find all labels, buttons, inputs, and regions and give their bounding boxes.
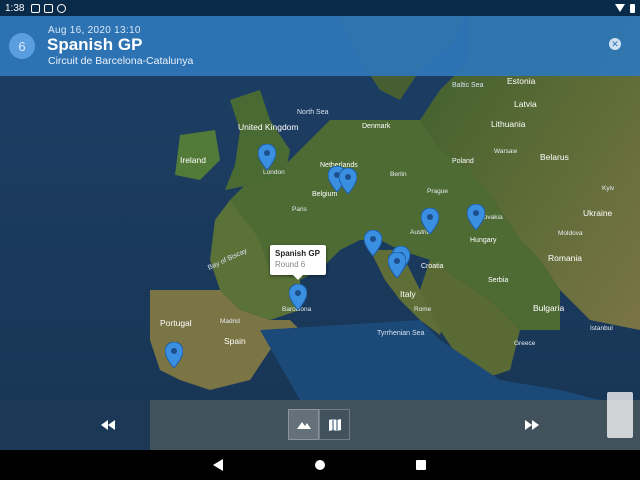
label-rome: Rome: [414, 306, 432, 313]
race-circuit: Circuit de Barcelona-Catalunya: [48, 55, 194, 67]
label-romania: Romania: [548, 253, 582, 263]
marker-silverstone[interactable]: [258, 144, 276, 170]
map-control-bar: [0, 400, 640, 450]
round-badge: 6: [9, 33, 35, 59]
label-paris: Paris: [292, 206, 308, 213]
marker-spa[interactable]: [339, 168, 357, 194]
popup-round: Round 6: [275, 260, 306, 269]
label-hungary: Hungary: [470, 237, 497, 244]
label-warsaw: Warsaw: [494, 148, 518, 155]
marker-portimao[interactable]: [165, 342, 183, 368]
marker-hungary[interactable]: [467, 204, 485, 230]
fast-forward-icon: [525, 420, 539, 430]
label-greece: Greece: [514, 340, 536, 347]
label-istanbul: Istanbul: [590, 325, 613, 332]
label-london: London: [263, 169, 285, 176]
zoom-control[interactable]: [607, 392, 633, 438]
marker-austria[interactable]: [421, 208, 439, 234]
label-denmark: Denmark: [362, 123, 391, 130]
label-baltic-sea: Baltic Sea: [452, 82, 484, 89]
label-spain: Spain: [224, 336, 246, 346]
recent-apps-icon[interactable]: [416, 460, 426, 470]
race-title: Spanish GP: [47, 35, 143, 54]
label-kyiv: Kyiv: [602, 185, 615, 192]
race-info-popup[interactable]: Spanish GP Round 6: [270, 245, 326, 280]
label-ukraine: Ukraine: [583, 208, 613, 218]
close-button[interactable]: ✕: [609, 38, 621, 50]
rewind-icon: [101, 420, 115, 430]
popup-title: Spanish GP: [275, 249, 320, 258]
marker-barcelona[interactable]: [289, 284, 307, 310]
wifi-icon: [615, 4, 625, 12]
terrain-icon: [296, 422, 311, 429]
label-belarus: Belarus: [540, 152, 569, 162]
race-header: 6 Aug 16, 2020 13:10 Spanish GP Circuit …: [0, 16, 640, 76]
sync-icon: [57, 3, 67, 13]
label-poland: Poland: [452, 158, 474, 165]
next-race-button[interactable]: [522, 418, 542, 432]
label-madrid: Madrid: [220, 318, 240, 325]
status-bar: 1:38: [0, 0, 640, 16]
label-berlin: Berlin: [390, 171, 407, 178]
label-tyrrhenian-sea: Tyrrhenian Sea: [377, 330, 425, 337]
label-croatia: Croatia: [421, 263, 444, 270]
back-icon[interactable]: [213, 459, 223, 471]
sd-card-icon: [44, 3, 54, 13]
marker-mugello[interactable]: [388, 252, 406, 278]
label-prague: Prague: [427, 188, 448, 195]
map-icon: [328, 418, 341, 431]
label-moldova: Moldova: [558, 230, 583, 237]
label-portugal: Portugal: [160, 318, 192, 328]
label-ireland: Ireland: [180, 155, 206, 165]
label-belgium: Belgium: [312, 191, 337, 198]
map-view-button[interactable]: [319, 409, 350, 440]
marker-monza[interactable]: [364, 230, 382, 256]
label-north-sea: North Sea: [297, 109, 329, 116]
label-latvia: Latvia: [514, 99, 537, 109]
label-estonia: Estonia: [507, 76, 536, 86]
label-italy: Italy: [400, 289, 416, 299]
terrain-view-button[interactable]: [288, 409, 319, 440]
label-lithuania: Lithuania: [491, 119, 526, 129]
label-united-kingdom: United Kingdom: [238, 122, 298, 132]
android-nav-bar: [0, 450, 640, 480]
battery-icon: [630, 3, 635, 13]
home-icon[interactable]: [315, 460, 325, 470]
status-time: 1:38: [5, 2, 25, 14]
close-icon: ✕: [611, 38, 619, 49]
label-bulgaria: Bulgaria: [533, 303, 564, 313]
notification-icon: [31, 3, 41, 13]
label-serbia: Serbia: [488, 277, 508, 284]
previous-race-button[interactable]: [98, 418, 118, 432]
